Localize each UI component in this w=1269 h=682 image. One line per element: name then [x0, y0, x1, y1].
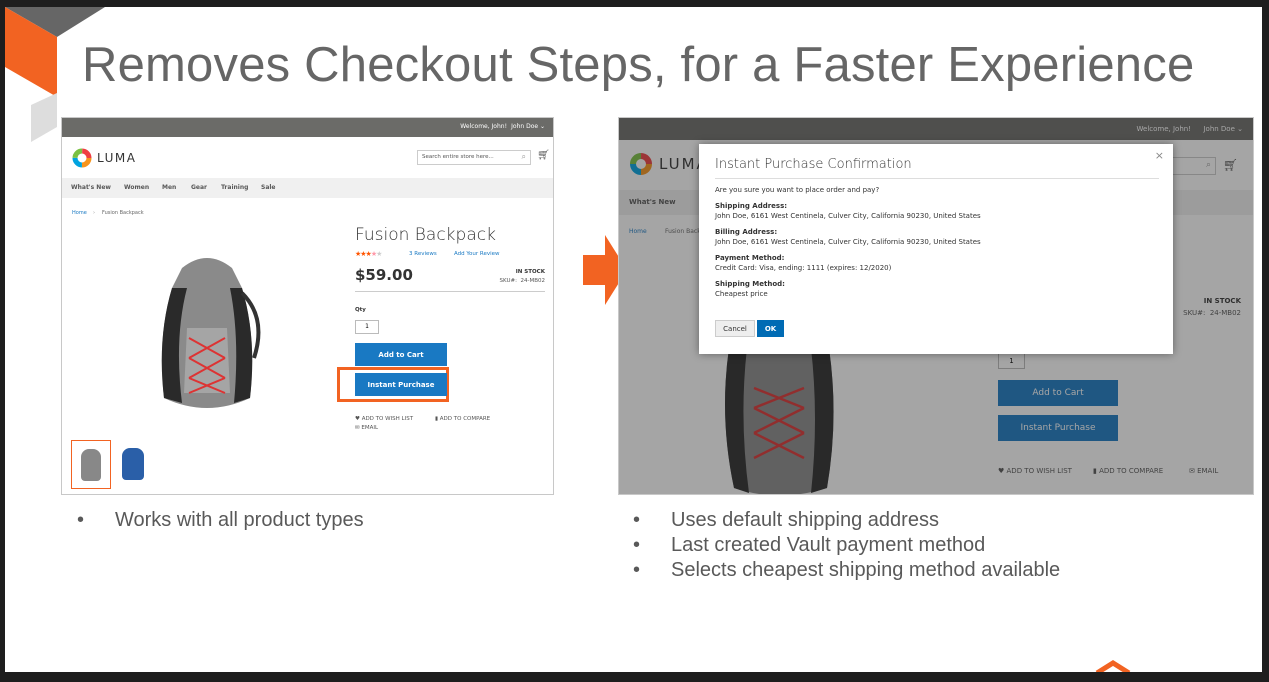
nav-training[interactable]: Training	[221, 184, 248, 191]
divider	[355, 291, 545, 292]
add-to-wishlist-link[interactable]: ♥ ADD TO WISH LIST	[355, 416, 413, 422]
nav-women[interactable]: Women	[124, 184, 149, 191]
billing-address-value: John Doe, 6161 West Centinela, Culver Ci…	[715, 238, 981, 246]
add-review-link[interactable]: Add Your Review	[454, 251, 500, 257]
shipping-method-value: Cheapest price	[715, 290, 768, 298]
rating-stars: ★★★★★	[355, 250, 382, 258]
billing-address-label: Billing Address:	[715, 228, 778, 236]
ok-button[interactable]: OK	[757, 320, 784, 337]
product-page-screenshot: Welcome, John! John Doe ⌄ LUMA Search en…	[61, 117, 554, 495]
reviews-link[interactable]: 3 Reviews	[409, 251, 437, 257]
qty-input[interactable]: 1	[355, 320, 379, 334]
backpack-image	[161, 258, 261, 408]
instant-purchase-button[interactable]: Instant Purchase	[355, 373, 447, 396]
slide-title: Removes Checkout Steps, for a Faster Exp…	[82, 38, 1195, 92]
product-title: Fusion Backpack	[355, 225, 496, 245]
stock-status: IN STOCK	[515, 269, 545, 275]
search-input[interactable]: Search entire store here... ⌕	[417, 150, 531, 165]
modal-title: Instant Purchase Confirmation	[715, 157, 912, 172]
nav-men[interactable]: Men	[162, 184, 176, 191]
shipping-address-label: Shipping Address:	[715, 202, 788, 210]
price: $59.00	[355, 266, 413, 284]
logo-text: LUMA	[97, 151, 137, 165]
right-bullet: • Last created Vault payment method	[633, 534, 986, 556]
cancel-button[interactable]: Cancel	[715, 320, 755, 337]
modal-question: Are you sure you want to place order and…	[715, 186, 880, 194]
breadcrumb-home[interactable]: Home	[72, 210, 87, 216]
nav-gear[interactable]: Gear	[191, 184, 207, 191]
qty-label: Qty	[355, 307, 366, 313]
account-menu[interactable]: John Doe ⌄	[511, 123, 545, 130]
welcome-text: Welcome, John!	[460, 123, 507, 130]
nav-sale[interactable]: Sale	[261, 184, 276, 191]
sku: SKU#: 24-MB02	[499, 278, 545, 284]
cart-icon[interactable]: 🛒︎	[537, 150, 550, 161]
thumbnail-gray[interactable]	[71, 440, 111, 489]
thumbnail-blue[interactable]	[116, 444, 150, 484]
right-bullet: • Selects cheapest shipping method availa…	[633, 559, 1061, 581]
add-to-compare-link[interactable]: ▮ ADD TO COMPARE	[435, 416, 490, 422]
left-bullet: • Works with all product types	[77, 509, 364, 531]
search-icon[interactable]: ⌕	[522, 152, 526, 162]
top-bar: Welcome, John! John Doe ⌄	[62, 118, 553, 137]
nav-bar: What's New Women Men Gear Training Sale	[62, 178, 553, 198]
email-link[interactable]: ✉ EMAIL	[355, 425, 378, 431]
confirmation-screenshot: Welcome, John! John Doe ⌄ LUMA ⌕ 🛒︎ What…	[618, 117, 1254, 495]
luma-logo-icon[interactable]	[72, 148, 92, 168]
slide: Removes Checkout Steps, for a Faster Exp…	[5, 7, 1262, 672]
breadcrumb-current: Fusion Backpack	[102, 210, 144, 216]
shipping-method-label: Shipping Method:	[715, 280, 785, 288]
shipping-address-value: John Doe, 6161 West Centinela, Culver Ci…	[715, 212, 981, 220]
payment-method-label: Payment Method:	[715, 254, 785, 262]
close-icon[interactable]: ×	[1155, 149, 1164, 162]
nav-whats-new[interactable]: What's New	[71, 184, 111, 191]
instant-purchase-modal: Instant Purchase Confirmation × Are you …	[699, 144, 1173, 354]
payment-method-value: Credit Card: Visa, ending: 1111 (expires…	[715, 264, 892, 272]
add-to-cart-button[interactable]: Add to Cart	[355, 343, 447, 366]
brand-logo-icon	[1095, 660, 1131, 672]
right-bullet: • Uses default shipping address	[633, 509, 939, 531]
